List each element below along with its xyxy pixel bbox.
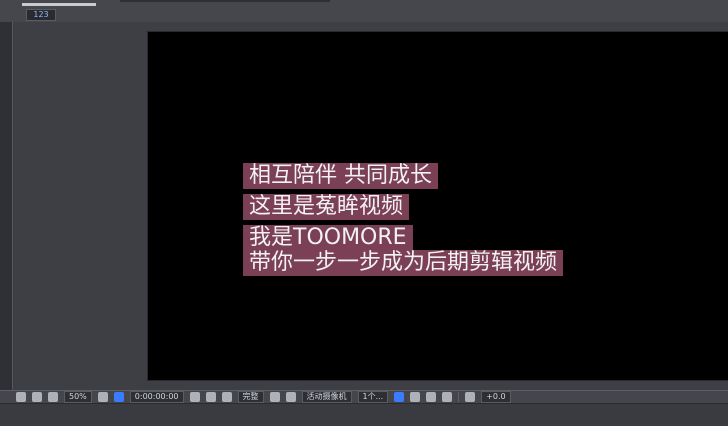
subtitle-line-4: 带你一步一步成为后期剪辑视频 [243, 250, 564, 276]
color-icon[interactable] [221, 392, 232, 402]
toolbar-separator [458, 392, 460, 402]
viewer-toolbar: 50% 0:00:00:00 完整 活动摄像机 1个... +0.0 [0, 390, 728, 404]
refresh-icon[interactable] [32, 392, 42, 402]
region-icon[interactable] [113, 392, 124, 402]
exposure-value[interactable]: +0.0 [481, 391, 511, 403]
left-panel [0, 22, 13, 390]
top-divider [120, 0, 330, 2]
camera-icon[interactable] [189, 392, 200, 402]
reset-exposure-icon[interactable] [410, 392, 421, 402]
subtitle-line-3: 我是TOOMORE [243, 225, 413, 251]
resolution-dropdown[interactable]: 完整 [237, 391, 264, 403]
transparency-grid-icon[interactable] [285, 392, 296, 402]
camera-dropdown[interactable]: 活动摄像机 [301, 391, 352, 403]
zoom-dropdown[interactable]: 50% [64, 391, 92, 403]
subtitle-line-2: 这里是菟眸视频 [243, 194, 410, 220]
grid-icon[interactable] [97, 392, 108, 402]
view-options-icon[interactable] [394, 392, 405, 402]
exposure-icon[interactable] [465, 392, 476, 402]
snapshot-icon[interactable] [205, 392, 216, 402]
bottom-bar [0, 404, 728, 426]
tab-underline [22, 3, 96, 6]
small-value-field[interactable]: 123 [26, 9, 56, 21]
flow-icon[interactable] [442, 392, 453, 402]
top-strip: 123 [0, 0, 728, 22]
fast-preview-icon[interactable] [269, 392, 280, 402]
mask-icon[interactable] [48, 392, 58, 402]
composition-viewer[interactable] [148, 32, 728, 380]
share-icon[interactable] [426, 392, 437, 402]
views-dropdown[interactable]: 1个... [357, 391, 389, 403]
timecode-field[interactable]: 0:00:00:00 [129, 391, 184, 403]
subtitle-line-1: 相互陪伴 共同成长 [243, 163, 438, 189]
render-icon[interactable] [16, 392, 26, 402]
